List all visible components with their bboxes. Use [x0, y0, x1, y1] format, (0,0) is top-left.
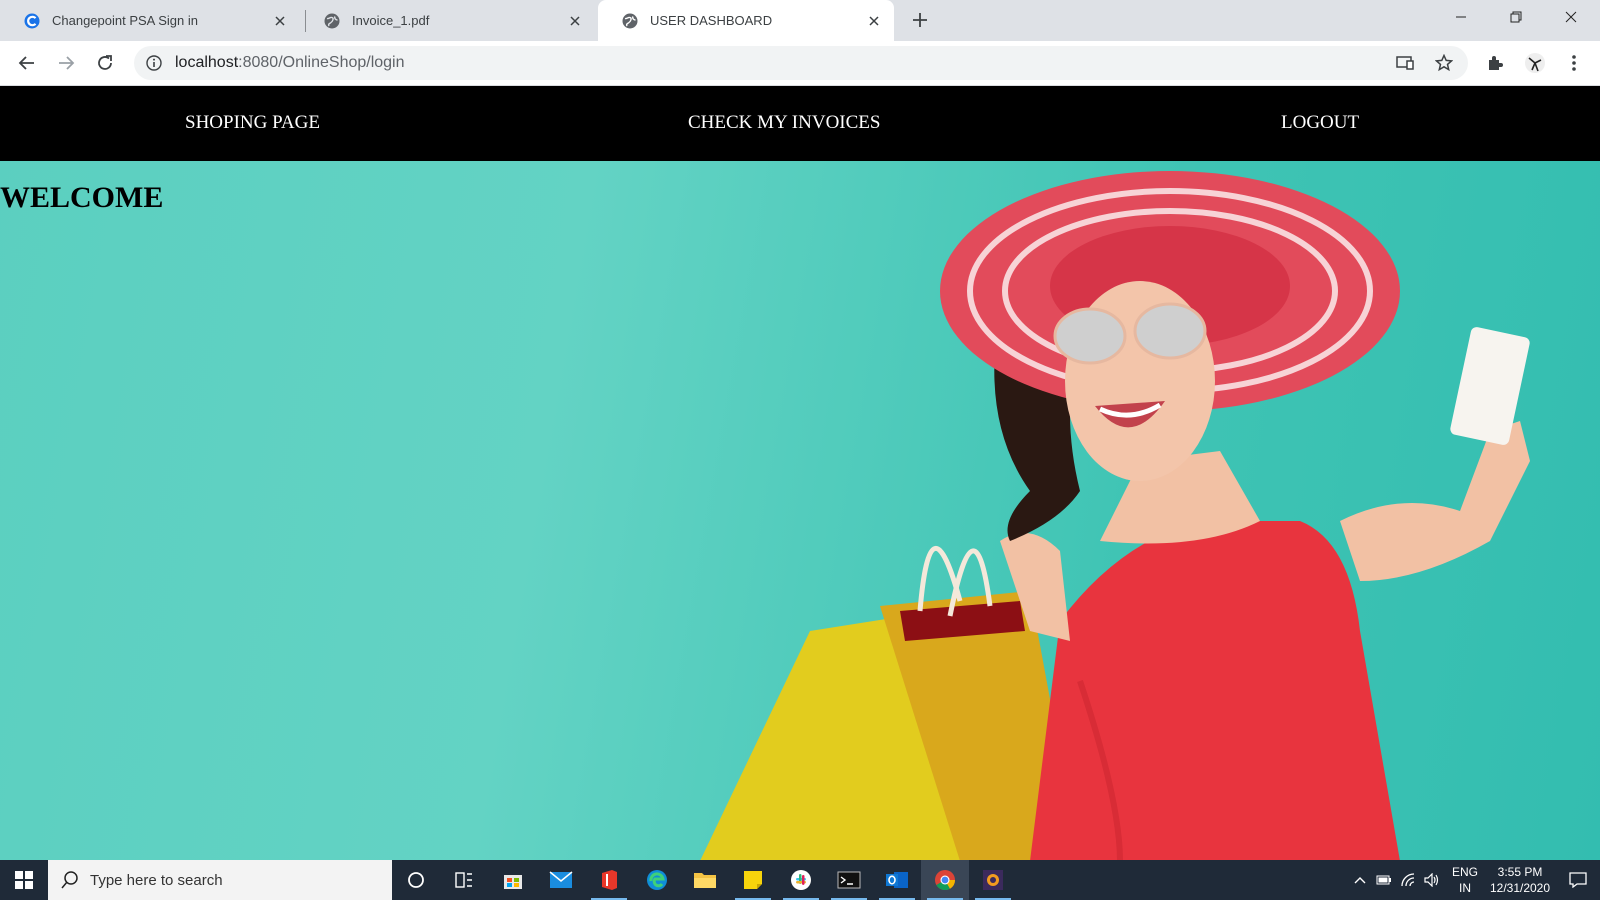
folder-icon [694, 873, 716, 888]
search-icon [61, 871, 78, 889]
tab-invoice-pdf[interactable]: Invoice_1.pdf [300, 0, 595, 41]
action-center-button[interactable] [1560, 860, 1596, 900]
close-tab-icon[interactable] [565, 11, 585, 31]
close-tab-icon[interactable] [270, 11, 290, 31]
tab-changepoint[interactable]: Changepoint PSA Sign in [0, 0, 300, 41]
globe-icon [622, 13, 638, 28]
search-placeholder: Type here to search [90, 871, 223, 889]
browser-toolbar: localhost:8080/OnlineShop/login [0, 41, 1600, 86]
minimize-button[interactable] [1433, 0, 1488, 34]
forward-button[interactable] [53, 50, 79, 76]
taskbar-edge[interactable] [633, 860, 681, 900]
battery-status[interactable] [1374, 860, 1394, 900]
chevron-up-icon [1354, 877, 1366, 884]
taskbar-eclipse-app[interactable] [969, 860, 1017, 900]
taskbar-terminal[interactable] [825, 860, 873, 900]
office-icon [602, 870, 617, 890]
restore-button[interactable] [1488, 0, 1543, 34]
close-icon [1565, 11, 1576, 23]
keyboard-region: IN [1459, 881, 1471, 895]
taskbar-store[interactable] [489, 860, 537, 900]
restore-icon [1510, 11, 1521, 23]
edge-icon [647, 870, 667, 890]
store-icon [504, 875, 522, 889]
clock-date: 12/31/2020 [1489, 881, 1551, 895]
arrow-left-icon [18, 56, 34, 70]
address-bar[interactable]: localhost:8080/OnlineShop/login [134, 46, 1468, 80]
ide-app-icon [983, 870, 1003, 890]
terminal-icon [837, 871, 861, 889]
tab-strip: Changepoint PSA Sign in Invoice_1.pdf US… [0, 0, 1600, 41]
menu-button[interactable] [1561, 50, 1587, 76]
tab-title: Changepoint PSA Sign in [52, 13, 198, 28]
url-path: :8080/OnlineShop/login [238, 54, 405, 71]
url-host: localhost [175, 54, 239, 71]
language-indicator[interactable]: ENG IN [1450, 860, 1480, 900]
reload-button[interactable] [92, 50, 118, 76]
close-tab-icon[interactable] [864, 11, 884, 31]
slack-icon [791, 870, 811, 890]
tab-user-dashboard[interactable]: USER DASHBOARD [598, 0, 894, 41]
clock-time: 3:55 PM [1497, 865, 1543, 879]
task-view-button[interactable] [440, 860, 488, 900]
nav-shopping-page[interactable]: SHOPING PAGE [185, 112, 320, 134]
changepoint-icon [24, 13, 40, 28]
notification-icon [1569, 872, 1587, 888]
info-icon[interactable] [146, 55, 162, 71]
sticky-notes-icon [744, 871, 762, 889]
tab-title: USER DASHBOARD [650, 13, 773, 28]
taskbar-mail[interactable] [537, 860, 585, 900]
close-window-button[interactable] [1543, 0, 1598, 34]
start-button[interactable] [0, 860, 48, 900]
hero-shopping-woman-image [700, 171, 1530, 860]
taskbar-slack[interactable] [777, 860, 825, 900]
outlook-icon [886, 872, 908, 888]
taskbar-search-box[interactable]: Type here to search [48, 860, 392, 900]
top-navbar: SHOPING PAGE CHECK MY INVOICES LOGOUT [0, 86, 1600, 161]
language-code: ENG [1451, 865, 1478, 879]
profile-avatar[interactable] [1522, 50, 1548, 76]
cortana-circle-icon [408, 872, 424, 888]
cortana-button[interactable] [392, 860, 440, 900]
url-text[interactable]: localhost:8080/OnlineShop/login [175, 54, 405, 72]
puzzle-icon [1489, 56, 1503, 70]
welcome-heading: WELCOME [0, 181, 164, 214]
network-status[interactable] [1398, 860, 1418, 900]
windows-taskbar: Type here to search ENG IN 3:55 PM 12/31… [0, 860, 1600, 900]
volume-control[interactable] [1422, 860, 1442, 900]
bookmark-star-icon[interactable] [1435, 54, 1453, 72]
task-view-icon [455, 872, 472, 888]
more-vert-icon [1572, 55, 1576, 71]
battery-icon [1376, 875, 1391, 885]
nav-check-invoices[interactable]: CHECK MY INVOICES [688, 112, 880, 134]
install-app-icon[interactable] [1396, 54, 1414, 72]
taskbar-file-explorer[interactable] [681, 860, 729, 900]
taskbar-sticky-notes[interactable] [729, 860, 777, 900]
extensions-button[interactable] [1482, 50, 1508, 76]
globe-icon [324, 13, 340, 28]
tab-title: Invoice_1.pdf [352, 13, 430, 28]
plus-icon [913, 13, 927, 27]
show-hidden-icons[interactable] [1350, 860, 1370, 900]
windows-logo-icon [15, 871, 33, 889]
taskbar-office[interactable] [585, 860, 633, 900]
taskbar-chrome[interactable] [921, 860, 969, 900]
clock[interactable]: 3:55 PM 12/31/2020 [1482, 860, 1558, 900]
nav-logout[interactable]: LOGOUT [1281, 112, 1359, 134]
speaker-icon [1424, 873, 1439, 887]
back-button[interactable] [14, 50, 40, 76]
mail-icon [549, 871, 573, 888]
page-content: SHOPING PAGE CHECK MY INVOICES LOGOUT WE… [0, 86, 1600, 860]
minimize-icon [1455, 16, 1466, 18]
taskbar-outlook[interactable] [873, 860, 921, 900]
new-tab-button[interactable] [909, 9, 931, 31]
wifi-icon [1401, 873, 1415, 887]
chrome-icon [935, 870, 956, 891]
avatar-icon [1525, 53, 1545, 73]
reload-icon [98, 55, 112, 70]
arrow-right-icon [59, 56, 75, 70]
